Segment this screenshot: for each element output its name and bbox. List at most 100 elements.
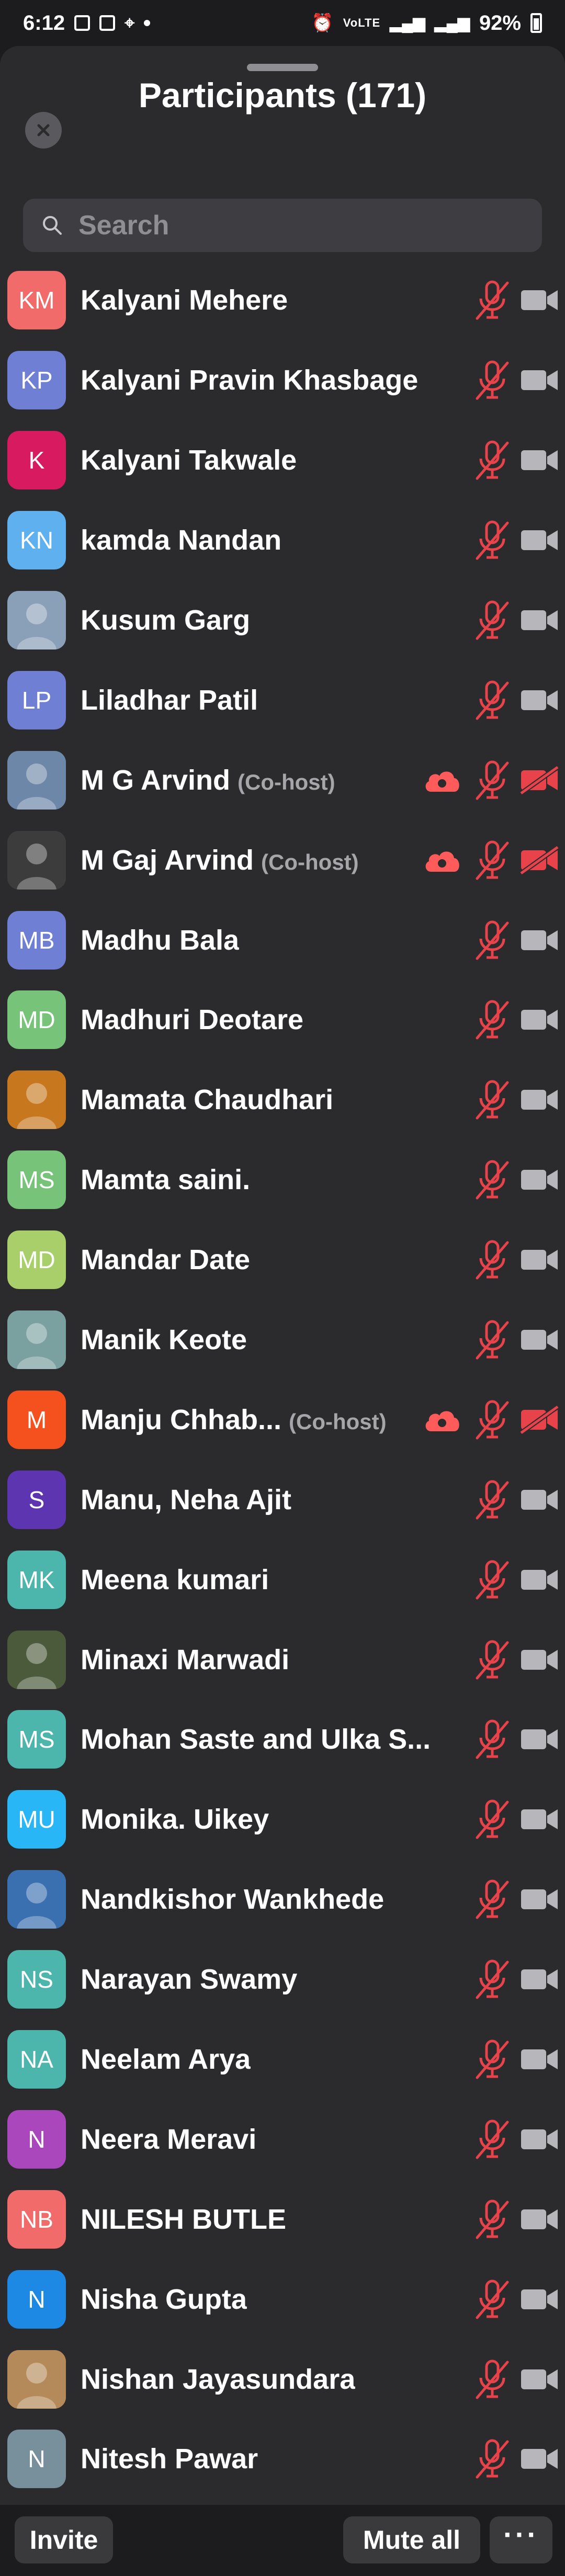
mic-muted-icon[interactable] — [474, 1799, 511, 1840]
camera-icon[interactable] — [519, 2365, 560, 2393]
camera-off-icon[interactable] — [519, 766, 560, 794]
participant-row[interactable]: NB NILESH BUTLE — [0, 2179, 565, 2259]
mic-muted-icon[interactable] — [474, 680, 511, 721]
mic-muted-icon[interactable] — [474, 1559, 511, 1600]
participant-row[interactable]: MB Madhu Bala — [0, 900, 565, 980]
mic-muted-icon[interactable] — [474, 1879, 511, 1920]
participant-row[interactable]: LP Liladhar Patil — [0, 660, 565, 740]
camera-icon[interactable] — [519, 1566, 560, 1594]
participant-name-group: Madhu Bala — [81, 924, 239, 956]
camera-icon[interactable] — [519, 1006, 560, 1034]
camera-icon[interactable] — [519, 686, 560, 714]
mic-muted-icon[interactable] — [474, 2438, 511, 2479]
participant-row[interactable]: MS Mamta saini. — [0, 1140, 565, 1220]
camera-icon[interactable] — [519, 286, 560, 314]
camera-icon[interactable] — [519, 926, 560, 954]
mic-muted-icon[interactable] — [474, 999, 511, 1040]
participant-row[interactable]: KN kamda Nandan — [0, 500, 565, 580]
participant-row[interactable]: KP Kalyani Pravin Khasbage — [0, 340, 565, 420]
mic-muted-icon[interactable] — [474, 1719, 511, 1760]
mic-muted-icon[interactable] — [474, 920, 511, 961]
camera-off-icon[interactable] — [519, 1405, 560, 1434]
mic-muted-icon[interactable] — [474, 1479, 511, 1520]
camera-icon[interactable] — [519, 2045, 560, 2073]
camera-icon[interactable] — [519, 526, 560, 554]
camera-icon[interactable] — [519, 1086, 560, 1114]
gallery-icon — [74, 15, 91, 31]
camera-icon[interactable] — [519, 1725, 560, 1753]
participant-row[interactable]: N Nitesh Pawar — [0, 2419, 565, 2499]
mic-muted-icon[interactable] — [474, 1159, 511, 1200]
camera-icon[interactable] — [519, 1805, 560, 1833]
participant-row[interactable]: K Kalyani Takwale — [0, 420, 565, 500]
participant-row[interactable]: Nishan Jayasundara — [0, 2339, 565, 2419]
battery-icon — [530, 13, 542, 33]
participant-row[interactable]: MD Mandar Date — [0, 1220, 565, 1300]
mic-muted-icon[interactable] — [474, 1319, 511, 1360]
participant-list[interactable]: KM Kalyani Mehere KP Kalyani Pravin Khasbag… — [0, 260, 565, 2499]
mic-muted-icon[interactable] — [474, 1959, 511, 2000]
mic-muted-icon[interactable] — [474, 2279, 511, 2320]
mic-muted-icon[interactable] — [474, 760, 511, 801]
camera-icon[interactable] — [519, 2445, 560, 2473]
camera-icon[interactable] — [519, 1646, 560, 1674]
camera-icon[interactable] — [519, 2285, 560, 2313]
participant-row[interactable]: M G Arvind (Co-host) — [0, 740, 565, 820]
camera-icon[interactable] — [519, 606, 560, 634]
participant-row[interactable]: Kusum Garg — [0, 580, 565, 660]
search-bar[interactable] — [23, 199, 542, 252]
drag-handle[interactable] — [247, 64, 318, 71]
mute-all-button[interactable]: Mute all — [343, 2516, 480, 2563]
avatar-initials-text: NA — [20, 2046, 53, 2073]
mic-muted-icon[interactable] — [474, 280, 511, 321]
participant-row[interactable]: N Nisha Gupta — [0, 2259, 565, 2339]
mic-muted-icon[interactable] — [474, 2119, 511, 2160]
mic-muted-icon[interactable] — [474, 2359, 511, 2400]
mic-muted-icon[interactable] — [474, 1639, 511, 1680]
participant-row[interactable]: Mamata Chaudhari — [0, 1060, 565, 1140]
mic-muted-icon[interactable] — [474, 440, 511, 481]
camera-icon[interactable] — [519, 366, 560, 394]
participant-row[interactable]: M Gaj Arvind (Co-host) — [0, 820, 565, 900]
mic-muted-icon[interactable] — [474, 1399, 511, 1440]
mic-muted-icon[interactable] — [474, 1079, 511, 1120]
participant-row[interactable]: MU Monika. Uikey — [0, 1780, 565, 1860]
mic-muted-icon[interactable] — [474, 840, 511, 881]
close-button[interactable] — [25, 112, 62, 149]
participant-row[interactable]: M Manju Chhab... (Co-host) — [0, 1380, 565, 1460]
participant-row[interactable]: MK Meena kumari — [0, 1540, 565, 1620]
camera-icon[interactable] — [519, 2125, 560, 2153]
participant-row[interactable]: S Manu, Neha Ajit — [0, 1460, 565, 1540]
participant-row[interactable]: Nandkishor Wankhede — [0, 1860, 565, 1940]
mic-muted-icon[interactable] — [474, 520, 511, 561]
more-options-button[interactable]: ··· — [490, 2516, 552, 2563]
mic-muted-icon[interactable] — [474, 2199, 511, 2240]
participant-row[interactable]: MD Madhuri Deotare — [0, 980, 565, 1060]
mic-muted-icon[interactable] — [474, 2039, 511, 2080]
camera-icon[interactable] — [519, 1246, 560, 1274]
participant-name-group: Kalyani Takwale — [81, 444, 297, 476]
invite-button[interactable]: Invite — [15, 2516, 113, 2563]
mic-muted-icon[interactable] — [474, 1239, 511, 1280]
participant-row[interactable]: NS Narayan Swamy — [0, 1940, 565, 2020]
camera-icon[interactable] — [519, 1166, 560, 1194]
participant-name: M G Arvind — [81, 764, 231, 796]
camera-icon[interactable] — [519, 2205, 560, 2233]
camera-icon[interactable] — [519, 446, 560, 474]
cohost-badge: (Co-host) — [261, 849, 359, 874]
participant-row[interactable]: NA Neelam Arya — [0, 2020, 565, 2100]
participant-row[interactable]: Manik Keote — [0, 1300, 565, 1380]
camera-off-icon[interactable] — [519, 846, 560, 874]
camera-icon[interactable] — [519, 1885, 560, 1913]
participant-row[interactable]: Minaxi Marwadi — [0, 1620, 565, 1700]
camera-icon[interactable] — [519, 1486, 560, 1514]
mic-muted-icon[interactable] — [474, 600, 511, 641]
participant-row[interactable]: KM Kalyani Mehere — [0, 260, 565, 340]
participant-row[interactable]: N Neera Meravi — [0, 2099, 565, 2179]
participant-name: Monika. Uikey — [81, 1804, 269, 1836]
participant-row[interactable]: MS Mohan Saste and Ulka S... — [0, 1700, 565, 1780]
search-input[interactable] — [77, 209, 542, 242]
mic-muted-icon[interactable] — [474, 360, 511, 401]
camera-icon[interactable] — [519, 1326, 560, 1354]
camera-icon[interactable] — [519, 1965, 560, 1993]
